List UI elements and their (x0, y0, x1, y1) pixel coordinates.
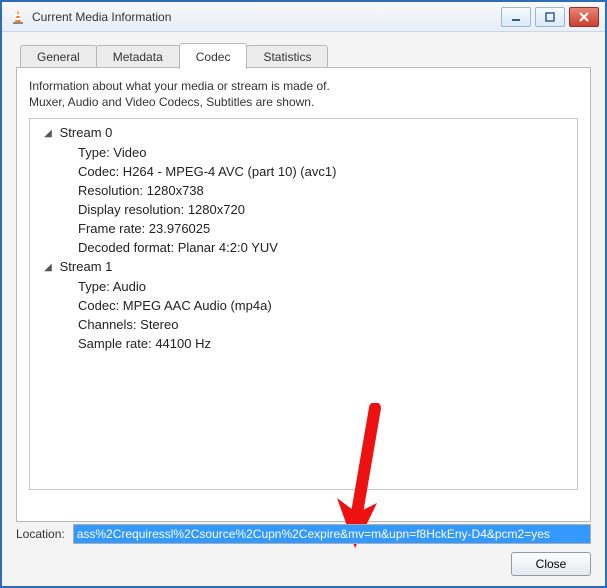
collapse-icon[interactable]: ◢ (42, 124, 54, 143)
tree-prop[interactable]: Channels: Stereo (36, 315, 571, 334)
collapse-icon[interactable]: ◢ (42, 258, 54, 277)
maximize-button[interactable] (535, 7, 565, 27)
tree-prop[interactable]: Codec: MPEG AAC Audio (mp4a) (36, 296, 571, 315)
tab-general[interactable]: General (20, 45, 97, 68)
location-input[interactable] (73, 524, 591, 544)
tab-codec[interactable]: Codec (179, 43, 248, 69)
tab-label: General (37, 50, 80, 64)
tab-strip: General Metadata Codec Statistics (16, 42, 591, 68)
tab-metadata[interactable]: Metadata (96, 45, 180, 68)
button-row: Close (511, 552, 591, 576)
tab-label: Codec (196, 50, 231, 64)
tree-prop[interactable]: Sample rate: 44100 Hz (36, 334, 571, 353)
tab-label: Statistics (263, 50, 311, 64)
location-label: Location: (16, 527, 65, 541)
tree-prop[interactable]: Decoded format: Planar 4:2:0 YUV (36, 238, 571, 257)
info-line: Muxer, Audio and Video Codecs, Subtitles… (29, 94, 578, 110)
codec-info-text: Information about what your media or str… (29, 78, 578, 110)
close-button[interactable]: Close (511, 552, 591, 576)
tab-page-codec: Information about what your media or str… (16, 67, 591, 522)
stream-header-label: Stream 0 (60, 125, 113, 140)
location-row: Location: (16, 524, 591, 544)
tree-prop[interactable]: Codec: H264 - MPEG-4 AVC (part 10) (avc1… (36, 162, 571, 181)
vlc-icon (10, 9, 26, 25)
codec-tree[interactable]: ◢ Stream 0 Type: Video Codec: H264 - MPE… (29, 118, 578, 490)
tree-stream-header[interactable]: ◢ Stream 1 (36, 257, 571, 277)
window-close-button[interactable] (569, 7, 599, 27)
tree-prop[interactable]: Frame rate: 23.976025 (36, 219, 571, 238)
tab-label: Metadata (113, 50, 163, 64)
window-title: Current Media Information (32, 10, 501, 24)
window-controls (501, 7, 599, 27)
tree-prop[interactable]: Display resolution: 1280x720 (36, 200, 571, 219)
stream-header-label: Stream 1 (60, 259, 113, 274)
tree-prop[interactable]: Resolution: 1280x738 (36, 181, 571, 200)
title-bar: Current Media Information (2, 2, 605, 32)
tree-prop[interactable]: Type: Audio (36, 277, 571, 296)
info-line: Information about what your media or str… (29, 78, 578, 94)
client-area: General Metadata Codec Statistics Inform… (2, 32, 605, 586)
minimize-button[interactable] (501, 7, 531, 27)
tree-prop[interactable]: Type: Video (36, 143, 571, 162)
tree-stream-header[interactable]: ◢ Stream 0 (36, 123, 571, 143)
tab-statistics[interactable]: Statistics (246, 45, 328, 68)
